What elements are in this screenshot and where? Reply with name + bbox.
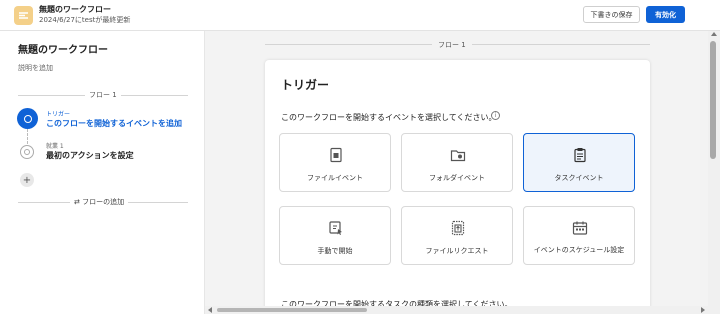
vertical-scrollbar[interactable] [708, 31, 720, 314]
manual-start-label: 手動で開始 [317, 247, 353, 255]
add-flow-button[interactable]: ⇄ フローの追加 [70, 197, 129, 207]
last-updated: 2024/6/27にtestが最終更新 [39, 16, 131, 24]
action-step-label[interactable]: 最初のアクションを設定 [46, 150, 134, 161]
task-event-label: タスクイベント [554, 174, 604, 182]
action-step-type: 就業 1 [46, 143, 64, 150]
workflow-icon [14, 6, 33, 25]
task-event-card[interactable]: タスクイベント [523, 133, 635, 192]
step-connector [27, 129, 28, 144]
manual-start-icon [329, 221, 342, 235]
action-step-icon[interactable] [20, 145, 34, 159]
horizontal-scroll-thumb[interactable] [217, 308, 367, 312]
file-request-card[interactable]: ファイルリクエスト [401, 206, 513, 265]
swap-icon: ⇄ [74, 198, 83, 206]
file-request-label: ファイルリクエスト [425, 247, 489, 255]
file-event-icon [330, 147, 342, 163]
trigger-step-type: トリガー [46, 111, 71, 118]
add-flow-label: フローの追加 [82, 198, 125, 206]
event-prompt: このワークフローを開始するイベントを選択してください。 [281, 113, 497, 122]
vertical-scroll-thumb[interactable] [710, 41, 716, 159]
file-event-card[interactable]: ファイルイベント [279, 133, 391, 192]
panel-title: トリガー [281, 78, 330, 92]
canvas-flow-label: フロー 1 [432, 40, 472, 50]
horizontal-scrollbar[interactable] [205, 306, 708, 314]
manual-start-card[interactable]: 手動で開始 [279, 206, 391, 265]
top-bar: 無題のワークフロー 2024/6/27にtestが最終更新 下書きの保存 有効化 [0, 0, 720, 31]
folder-event-card[interactable]: フォルダイベント [401, 133, 513, 192]
scroll-up-icon[interactable] [711, 32, 717, 36]
file-request-icon [451, 220, 465, 236]
workflow-title: 無題のワークフロー [39, 5, 111, 14]
folder-event-icon [450, 150, 466, 162]
trigger-step-icon[interactable] [17, 108, 38, 129]
workflow-name[interactable]: 無題のワークフロー [18, 41, 108, 56]
scroll-right-icon[interactable] [701, 307, 705, 313]
schedule-icon [572, 221, 588, 235]
task-event-icon [574, 148, 586, 163]
sidebar: 無題のワークフロー 説明を追加 フロー 1 トリガー このフローを開始するイベン… [0, 31, 205, 314]
flow-label: フロー 1 [85, 90, 121, 100]
schedule-event-label: イベントのスケジュール設定 [533, 246, 625, 254]
schedule-event-card[interactable]: イベントのスケジュール設定 [523, 206, 635, 265]
enable-button[interactable]: 有効化 [646, 6, 685, 23]
save-draft-button[interactable]: 下書きの保存 [583, 6, 640, 23]
add-description-input[interactable]: 説明を追加 [18, 63, 53, 73]
trigger-panel: トリガー このワークフローを開始するイベントを選択してください。 i ファイルイ… [265, 60, 650, 314]
scroll-left-icon[interactable] [208, 307, 212, 313]
add-step-button[interactable]: + [20, 173, 34, 187]
trigger-step-label[interactable]: このフローを開始するイベントを追加 [46, 118, 182, 129]
folder-event-label: フォルダイベント [429, 174, 485, 182]
info-icon[interactable]: i [491, 111, 500, 120]
file-event-label: ファイルイベント [307, 174, 363, 182]
